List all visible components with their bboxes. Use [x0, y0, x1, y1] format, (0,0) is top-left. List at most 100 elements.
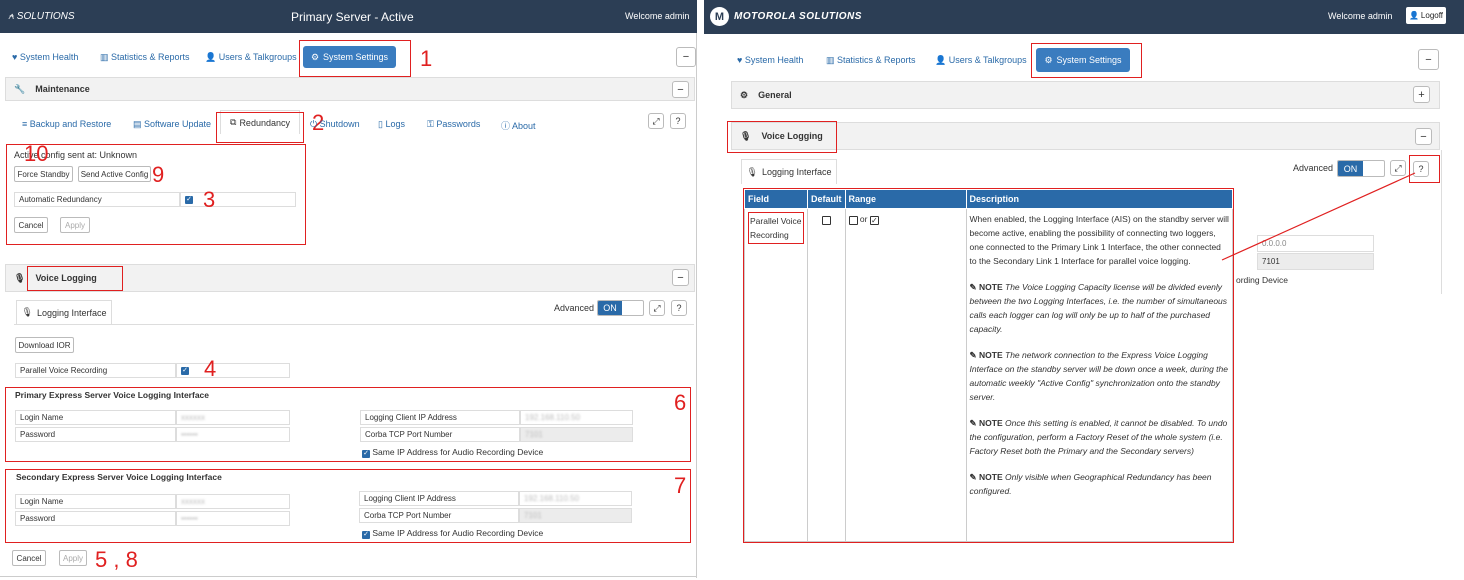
voice-logging-collapse-button[interactable]: − [672, 269, 689, 286]
secondary-title: Secondary Express Server Voice Logging I… [16, 472, 222, 482]
right-voice-logging-collapse-button[interactable]: − [1415, 128, 1432, 145]
unchecked-box-icon [821, 215, 831, 225]
apply-button[interactable]: Apply [59, 550, 87, 566]
add-user-icon: 👤 [205, 52, 219, 62]
heartbeat-icon: ♥ [12, 52, 20, 62]
expand-icon[interactable]: ⤢ [648, 113, 664, 129]
edit-icon: ✎ [969, 282, 977, 293]
highlight-1 [299, 40, 411, 77]
info-icon: ⓘ [501, 121, 513, 131]
power-icon: ⏻ [310, 119, 320, 129]
general-expand-button[interactable]: + [1413, 86, 1430, 103]
password-label: Password [15, 511, 176, 526]
user-icon: 👤 [1408, 11, 1419, 20]
same-ip-row[interactable]: ✓ Same IP Address for Audio Recording De… [362, 528, 543, 539]
subtab-passwords[interactable]: ⚿ Passwords [427, 119, 480, 130]
server-icon: ▤ [133, 119, 145, 129]
unchecked-box-icon [848, 215, 858, 225]
same-ip-checkbox[interactable]: ✓ [362, 531, 370, 539]
bg-device-text: ording Device [1236, 275, 1288, 285]
primary-title: Primary Express Server Voice Logging Int… [15, 390, 210, 400]
col-description: Description [965, 188, 1234, 210]
right-panel-border [1441, 150, 1442, 294]
highlight-2 [216, 112, 304, 143]
highlight-system-settings [1031, 43, 1142, 78]
advanced-label: Advanced [554, 303, 595, 313]
highlight-redundancy [6, 144, 306, 245]
chart-icon: ▥ [100, 52, 112, 62]
subtab-logs[interactable]: ▯ Logs [378, 119, 405, 130]
field-name: Parallel Voice Recording [748, 212, 804, 245]
annotation-5-8: 5 , 8 [95, 547, 138, 572]
password-input[interactable]: •••••• [176, 511, 290, 526]
wrench-icon: 🔧 [14, 83, 26, 94]
left-page-title: Primary Server - Active [291, 10, 414, 24]
microphone-icon: 🎙 [746, 166, 758, 177]
subtab-shutdown[interactable]: ⏻ Shutdown [310, 119, 360, 130]
motorola-logo-icon: ⍲ [8, 11, 17, 22]
subtab-about[interactable]: ⓘ About [501, 119, 536, 132]
corba-input: 7101 [520, 427, 633, 442]
password-input[interactable]: •••••• [176, 427, 290, 442]
nav-users[interactable]: 👤 Users & Talkgroups [935, 55, 1027, 66]
right-logging-interface-tab[interactable]: 🎙 Logging Interface [741, 159, 837, 184]
logging-interface-tab[interactable]: 🎙 Logging Interface [16, 300, 112, 324]
left-frame-bottom [0, 576, 697, 577]
subtab-backup[interactable]: ≡ Backup and Restore [22, 119, 111, 129]
help-icon[interactable]: ? [670, 113, 686, 129]
help-table: Field Default Range Description Parallel… [744, 188, 1234, 542]
heartbeat-icon: ♥ [737, 55, 745, 65]
left-collapse-all-button[interactable]: − [676, 47, 696, 67]
left-frame-border [696, 33, 697, 578]
right-collapse-all-button[interactable]: − [1418, 49, 1439, 70]
client-ip-input[interactable]: 192.168.110.50 [519, 491, 632, 506]
login-name-label: Login Name [15, 494, 176, 509]
general-header: ⚙ General [731, 81, 1440, 109]
range-cell: or ✓ [844, 208, 967, 542]
right-welcome: Welcome admin [1328, 11, 1393, 21]
annotation-7: 7 [674, 473, 687, 498]
same-ip-row[interactable]: ✓ Same IP Address for Audio Recording De… [362, 447, 543, 458]
download-ior-button[interactable]: Download IOR [15, 337, 74, 353]
motorola-logo-icon: M [710, 7, 729, 26]
connector-line [1221, 172, 1416, 261]
col-default: Default [807, 188, 846, 210]
nav-statistics[interactable]: ▥ Statistics & Reports [100, 52, 190, 63]
note-3: ✎ NOTE Once this setting is enabled, it … [969, 418, 1228, 457]
client-ip-label: Logging Client IP Address [359, 491, 519, 506]
client-ip-input[interactable]: 192.168.110.50 [520, 410, 633, 425]
nav-system-health[interactable]: ♥ System Health [737, 55, 803, 65]
subtab-software-update[interactable]: ▤ Software Update [133, 119, 211, 130]
nav-users[interactable]: 👤 Users & Talkgroups [205, 52, 297, 63]
note-2: ✎ NOTE The network connection to the Exp… [969, 350, 1228, 403]
database-icon: ≡ [22, 119, 30, 129]
same-ip-checkbox[interactable]: ✓ [362, 450, 370, 458]
annotation-6: 6 [674, 390, 687, 415]
logoff-button[interactable]: 👤 Logoff [1406, 7, 1446, 24]
right-brand: MOTOROLA SOLUTIONS [734, 11, 862, 22]
annotation-1: 1 [420, 46, 433, 71]
expand-icon[interactable]: ⤢ [649, 300, 665, 316]
help-icon[interactable]: ? [671, 300, 687, 316]
help-popover: Field Default Range Description Parallel… [743, 188, 1234, 543]
field-cell: Parallel Voice Recording [744, 208, 808, 542]
advanced-toggle[interactable]: ON [597, 300, 644, 316]
nav-system-health[interactable]: ♥ System Health [12, 52, 78, 62]
default-cell [807, 208, 846, 542]
annotation-4: 4 [204, 356, 217, 381]
client-ip-label: Logging Client IP Address [360, 410, 520, 425]
parallel-voice-checkbox-cell: ✓ [176, 363, 290, 378]
chart-icon: ▥ [826, 55, 838, 65]
login-name-input[interactable]: xxxxxx [176, 494, 290, 509]
edit-icon: ✎ [969, 472, 977, 483]
col-field: Field [744, 188, 808, 210]
nav-statistics[interactable]: ▥ Statistics & Reports [826, 55, 916, 66]
parallel-voice-checkbox[interactable]: ✓ [181, 366, 189, 375]
password-label: Password [15, 427, 176, 442]
maintenance-collapse-button[interactable]: − [672, 81, 689, 98]
cancel-button[interactable]: Cancel [12, 550, 46, 566]
login-name-input[interactable]: xxxxxx [176, 410, 290, 425]
parallel-voice-label: Parallel Voice Recording [15, 363, 176, 378]
login-name-label: Login Name [15, 410, 176, 425]
microphone-icon: 🎙 [21, 307, 33, 317]
